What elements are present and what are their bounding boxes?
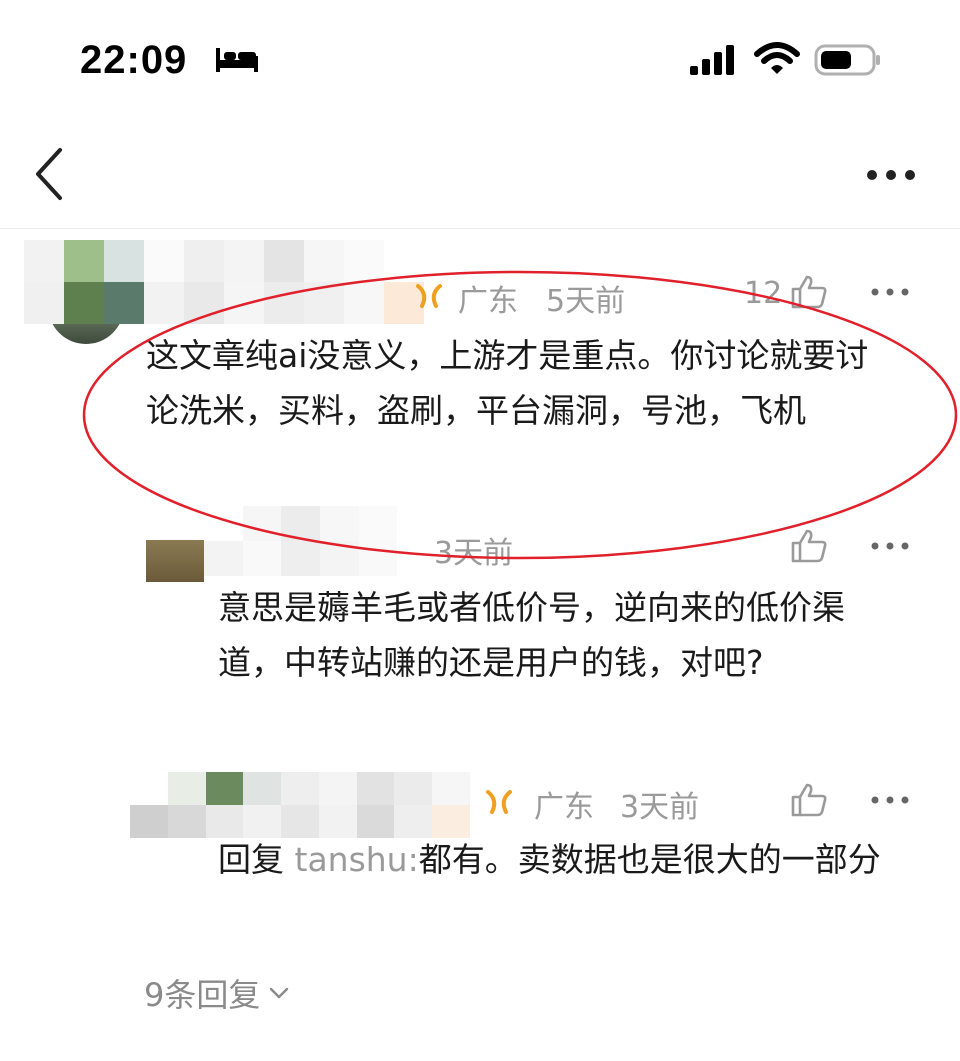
reply-to-user[interactable]: tanshu: [295, 840, 408, 879]
status-time: 22:09: [80, 38, 188, 82]
reply-time: 3天前: [434, 536, 514, 571]
username-blurred[interactable]: [204, 506, 436, 576]
more-icon[interactable]: [870, 286, 910, 298]
reply-separator: :: [407, 840, 419, 879]
reply-prefix: 回复: [218, 840, 284, 879]
comment-text: 这文章纯ai没意义，上游才是重点。你讨论就要讨论洗米，买料，盗刷，平台漏洞，号池…: [146, 336, 869, 430]
thumbs-up-icon[interactable]: [790, 782, 828, 818]
badge-icon: [486, 790, 512, 814]
more-replies-label: 9条回复: [144, 976, 261, 1014]
reply-location: 广东: [534, 790, 594, 825]
more-icon[interactable]: [866, 168, 916, 182]
reply-time: 3天前: [620, 790, 700, 825]
signal-icon: [690, 45, 734, 75]
like-count: 12: [744, 276, 783, 311]
username-blurred[interactable]: [24, 240, 424, 324]
username-blurred[interactable]: [130, 772, 470, 838]
comment-location: 广东: [458, 284, 518, 319]
avatar[interactable]: [146, 540, 204, 582]
battery-icon: [814, 44, 880, 76]
more-icon[interactable]: [870, 794, 910, 806]
bed-icon: [216, 48, 258, 72]
back-icon[interactable]: [30, 146, 70, 202]
more-replies-link[interactable]: 9条回复: [144, 970, 290, 1016]
nav-divider: [0, 228, 960, 229]
reply-text: 回复 tanshu:都有。卖数据也是很大的一部分: [218, 832, 894, 887]
wifi-icon: [754, 42, 800, 74]
thumbs-up-icon[interactable]: [790, 274, 828, 310]
badge-icon: [416, 284, 442, 308]
comment-time: 5天前: [546, 284, 626, 319]
chevron-down-icon: [270, 987, 289, 999]
reply-body: 都有。卖数据也是很大的一部分: [418, 840, 881, 879]
more-icon[interactable]: [870, 540, 910, 552]
reply-text: 意思是薅羊毛或者低价号，逆向来的低价渠道，中转站赚的还是用户的钱，对吧?: [218, 588, 845, 682]
thumbs-up-icon[interactable]: [790, 528, 828, 564]
